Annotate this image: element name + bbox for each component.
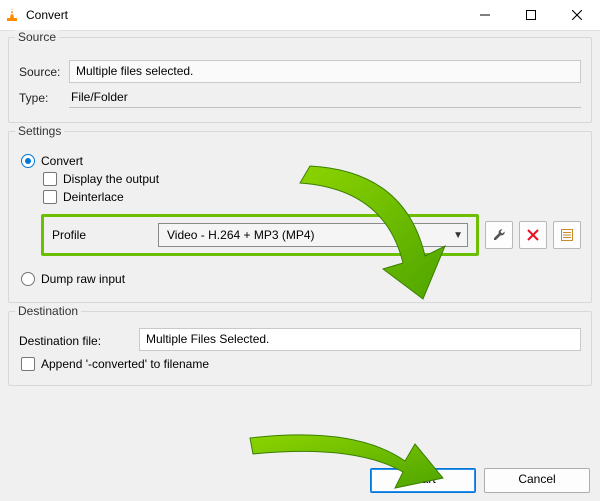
wrench-icon [492,228,506,242]
profile-row: Profile Video - H.264 + MP3 (MP4) ▼ [41,214,479,256]
dump-radio-input[interactable] [21,272,35,286]
new-profile-icon [560,228,574,242]
titlebar: Convert [0,0,600,30]
app-icon [4,7,20,23]
append-input[interactable] [21,357,35,371]
type-label: Type: [19,91,63,105]
display-output-label: Display the output [63,172,159,186]
window-title: Convert [26,8,462,22]
dump-radio[interactable]: Dump raw input [21,272,581,286]
edit-profile-button[interactable] [485,221,513,249]
client-area: Source Source: Multiple files selected. … [0,30,600,501]
chevron-down-icon: ▼ [453,230,463,241]
append-checkbox[interactable]: Append '-converted' to filename [21,357,581,371]
convert-radio[interactable]: Convert [21,154,581,168]
group-source-title: Source [15,30,59,44]
start-button[interactable]: Start [370,468,476,493]
profile-label: Profile [52,228,152,242]
display-output-checkbox[interactable]: Display the output [43,172,581,186]
minimize-button[interactable] [462,0,508,30]
cancel-button[interactable]: Cancel [484,468,590,493]
deinterlace-checkbox[interactable]: Deinterlace [43,190,581,204]
profile-select-value: Video - H.264 + MP3 (MP4) [167,228,315,242]
append-label: Append '-converted' to filename [41,357,209,371]
close-button[interactable] [554,0,600,30]
deinterlace-label: Deinterlace [63,190,124,204]
type-field: File/Folder [69,87,581,108]
destination-field[interactable]: Multiple Files Selected. [139,328,581,351]
convert-radio-label: Convert [41,154,83,168]
new-profile-button[interactable] [553,221,581,249]
delete-icon [527,229,539,241]
display-output-input[interactable] [43,172,57,186]
destination-label: Destination file: [19,334,129,348]
source-field: Multiple files selected. [69,60,581,83]
group-destination: Destination Destination file: Multiple F… [8,311,592,386]
group-destination-title: Destination [15,304,81,318]
dialog-buttons: Start Cancel [370,468,590,493]
deinterlace-input[interactable] [43,190,57,204]
profile-select[interactable]: Video - H.264 + MP3 (MP4) ▼ [158,223,468,247]
maximize-button[interactable] [508,0,554,30]
dump-radio-label: Dump raw input [41,272,125,286]
group-settings-title: Settings [15,124,64,138]
source-label: Source: [19,65,63,79]
group-settings: Settings Convert Display the output Dein… [8,131,592,303]
group-source: Source Source: Multiple files selected. … [8,37,592,123]
convert-radio-input[interactable] [21,154,35,168]
delete-profile-button[interactable] [519,221,547,249]
